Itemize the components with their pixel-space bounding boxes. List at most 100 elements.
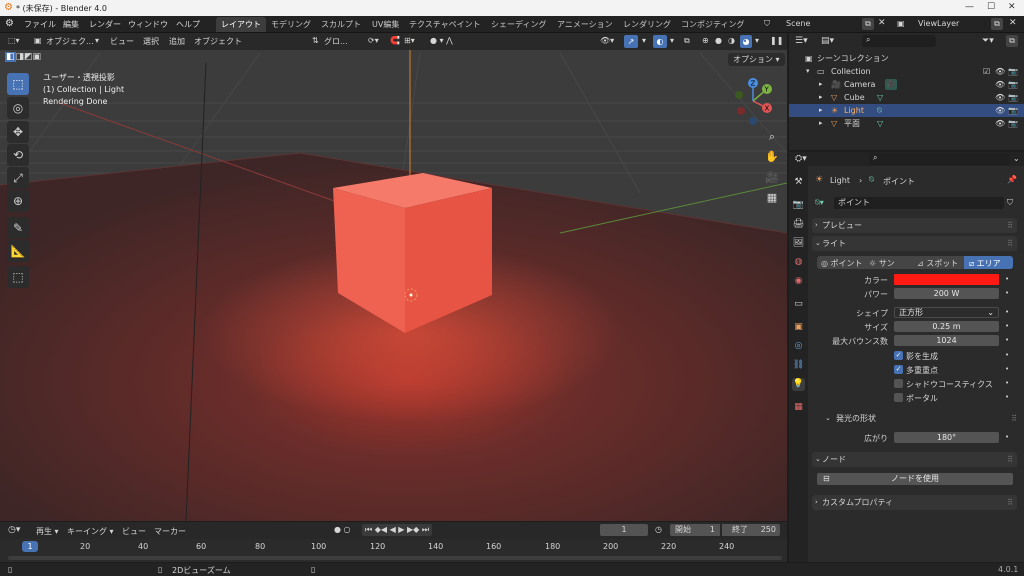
mesh-data-icon[interactable]: ▽	[877, 117, 883, 130]
end-frame-field[interactable]: 終了 250	[722, 524, 780, 536]
menu-file[interactable]: ファイル	[24, 19, 56, 30]
options-dropdown[interactable]: オプション ▾	[728, 53, 785, 66]
nodes-panel-header[interactable]: ⌄ ノード ⠿	[812, 452, 1017, 467]
display-mode-icon[interactable]: ▤▾	[821, 36, 834, 46]
start-frame-field[interactable]: 開始 1	[670, 524, 720, 536]
add-cube-tool-icon[interactable]: ⬚	[7, 266, 29, 288]
new-collection-icon[interactable]: ⧉	[1006, 35, 1018, 47]
tab-uv[interactable]: UV編集	[367, 17, 404, 32]
render-camera-icon[interactable]: 📷	[1008, 65, 1018, 78]
drag-handle-icon[interactable]: ⠿	[1011, 412, 1017, 425]
properties-options-chevron-down-icon[interactable]: ⌄	[1013, 154, 1020, 163]
view-layer-name[interactable]: ViewLayer	[918, 19, 959, 28]
keyframe-dot-icon[interactable]: •	[1005, 365, 1009, 373]
outliner-editor-icon[interactable]: ☰▾	[795, 36, 808, 46]
menu-add[interactable]: 追加	[169, 36, 185, 47]
delete-scene-icon[interactable]: ✕	[878, 18, 886, 28]
output-tab-icon[interactable]: 🖨	[792, 218, 805, 231]
tab-compositing[interactable]: コンポジティング	[676, 17, 750, 32]
emission-shape-subpanel-header[interactable]: ⌄ 発光の形状 ⠿	[817, 412, 1017, 425]
outliner-row-scene-collection[interactable]: ▣ シーンコレクション	[789, 52, 1024, 65]
render-camera-icon[interactable]: 📷	[1008, 78, 1018, 91]
measure-tool-icon[interactable]: 📐	[7, 240, 29, 262]
outliner-row-plane[interactable]: ▸ ▽ 平面 ▽ 👁 📷	[789, 117, 1024, 130]
drag-handle-icon[interactable]: ⠿	[1007, 236, 1013, 251]
timeline-scrollbar[interactable]	[8, 556, 782, 560]
shadow-caustics-checkbox[interactable]	[894, 379, 903, 388]
gizmo-toggle-icon[interactable]: ↗	[624, 35, 638, 48]
tab-shading[interactable]: シェーディング	[486, 17, 551, 32]
menu-edit[interactable]: 編集	[63, 19, 79, 30]
close-icon[interactable]: ✕	[1008, 2, 1016, 12]
visibility-eye-icon[interactable]: 👁	[995, 65, 1005, 78]
tab-rendering[interactable]: レンダリング	[618, 17, 676, 32]
menu-select[interactable]: 選択	[143, 36, 159, 47]
menu-playback[interactable]: 再生 ▾	[36, 526, 59, 537]
preview-range-clock-icon[interactable]: ◷	[655, 525, 662, 534]
light-datablock-name-input[interactable]: ポイント	[834, 197, 1004, 209]
size-field[interactable]: 0.25 m	[894, 321, 999, 332]
shading-wireframe-icon[interactable]: ⊕	[702, 36, 709, 45]
mesh-data-icon[interactable]: ▽	[877, 91, 883, 104]
tool-tab-icon[interactable]: ⚒	[792, 176, 805, 189]
render-camera-icon[interactable]: 📷	[1008, 117, 1018, 130]
light-panel-header[interactable]: ⌄ ライト ⠿	[812, 236, 1017, 251]
keyframe-dot-icon[interactable]: •	[1005, 336, 1009, 344]
render-camera-icon[interactable]: 📷	[1008, 104, 1018, 117]
overlay-chevron-down-icon[interactable]: ▾	[670, 36, 674, 45]
outliner-row-collection[interactable]: ▾ ▭ Collection ☑ 👁 📷	[789, 65, 1024, 78]
properties-search-input[interactable]: ⌕	[869, 153, 1009, 165]
scene-name[interactable]: Scene	[786, 19, 810, 28]
timeline-editor-icon[interactable]: ◷▾	[8, 525, 20, 535]
view-layer-icon[interactable]: ▣	[897, 19, 905, 28]
properties-editor-icon[interactable]: ⛭▾	[795, 154, 807, 164]
overlay-toggle-icon[interactable]: ◐	[653, 35, 667, 48]
menu-keying[interactable]: キーイング ▾	[67, 526, 114, 537]
tab-sculpt[interactable]: スカルプト	[316, 17, 366, 32]
menu-marker[interactable]: マーカー	[154, 526, 186, 537]
max-bounces-field[interactable]: 1024	[894, 335, 999, 346]
tab-animation[interactable]: アニメーション	[552, 17, 618, 32]
light-data-icon[interactable]: ⍉	[877, 104, 882, 117]
shading-solid-icon[interactable]: ●	[715, 36, 722, 45]
maximize-icon[interactable]: ☐	[987, 2, 995, 12]
menu-help[interactable]: ヘルプ	[176, 19, 200, 30]
keyframe-dot-icon[interactable]: •	[1005, 275, 1009, 283]
menu-window[interactable]: ウィンドウ	[128, 19, 168, 30]
3d-viewport[interactable]: ⬚▾ ▣ オブジェク... ▾ ビュー 選択 追加 オブジェクト ⇅ グロ...…	[0, 33, 787, 521]
proportional-edit-icon[interactable]: ● ▾ ⋀	[430, 36, 453, 45]
mode-chevron-down-icon[interactable]: ▾	[95, 36, 99, 45]
zoom-icon[interactable]: ⌕	[763, 128, 781, 146]
mode-icon[interactable]: ▣	[34, 36, 42, 45]
xray-icon[interactable]: ⧉	[684, 36, 690, 46]
tab-texture-paint[interactable]: テクスチャペイント	[404, 17, 486, 32]
visibility-eye-icon[interactable]: 👁	[995, 91, 1005, 104]
drag-handle-icon[interactable]: ⠿	[1007, 218, 1013, 233]
expand-chevron-right-icon[interactable]: ▸	[819, 91, 823, 104]
pin-icon[interactable]: 📌	[1007, 175, 1017, 184]
scene-icon[interactable]: ⛉	[764, 19, 770, 29]
custom-properties-panel-header[interactable]: › カスタムプロパティ ⠿	[812, 495, 1017, 510]
view-layer-tab-icon[interactable]: 🖼	[792, 237, 805, 250]
render-camera-icon[interactable]: 📷	[1008, 91, 1018, 104]
menu-timeline-view[interactable]: ビュー	[122, 526, 146, 537]
constraints-tab-icon[interactable]: ⛓	[792, 359, 805, 372]
power-field[interactable]: 200 W	[894, 288, 999, 299]
gizmo-chevron-down-icon[interactable]: ▾	[642, 36, 646, 45]
light-data-browse-icon[interactable]: ⍉▾	[815, 198, 824, 208]
light-type-spot[interactable]: ⊿ スポット	[917, 258, 958, 269]
drag-handle-icon[interactable]: ⠿	[1007, 495, 1013, 510]
fake-user-shield-icon[interactable]: ⛉	[1007, 198, 1013, 208]
playhead-frame[interactable]: 1	[22, 541, 38, 552]
new-view-layer-icon[interactable]: ⧉	[991, 18, 1003, 30]
light-data-tab-icon[interactable]: 💡	[792, 378, 805, 391]
portal-checkbox[interactable]	[894, 393, 903, 402]
current-frame-field[interactable]: 1	[600, 524, 648, 536]
keyframe-dot-icon[interactable]: •	[1005, 393, 1009, 401]
cursor-tool-icon[interactable]: ◎	[7, 97, 29, 119]
minimize-icon[interactable]: —	[965, 2, 974, 12]
transform-orientation-select[interactable]: グロ...	[324, 36, 348, 47]
scale-tool-icon[interactable]: ⤢	[7, 167, 29, 189]
select-mode-icons[interactable]: ◧◨◩▣	[5, 52, 41, 62]
move-tool-icon[interactable]: ✥	[7, 121, 29, 143]
